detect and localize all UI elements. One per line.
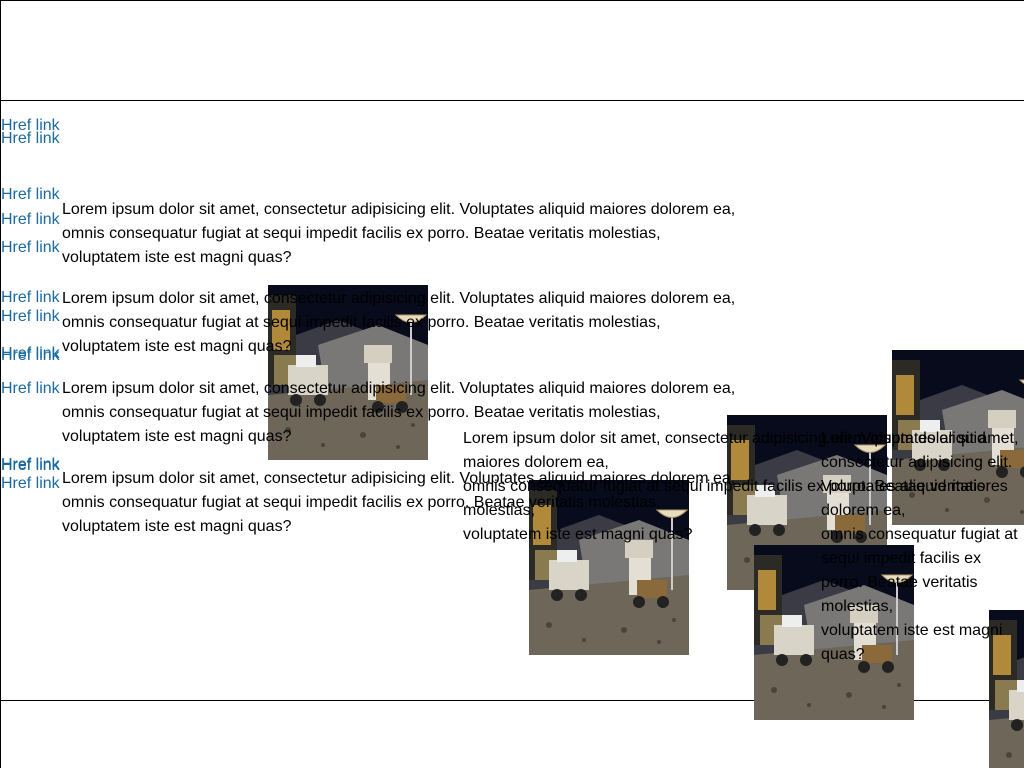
href-link[interactable]: Href link: [1, 309, 60, 325]
lorem-paragraph: Lorem ipsum dolor sit amet, consectetur …: [62, 201, 736, 266]
href-link[interactable]: Href link: [1, 131, 60, 147]
href-link[interactable]: Href link: [1, 187, 60, 203]
href-link[interactable]: Href link: [1, 476, 60, 492]
href-link[interactable]: Href link: [1, 240, 60, 256]
header-frame: [0, 0, 1024, 101]
href-link[interactable]: Href link: [1, 458, 60, 474]
lorem-paragraph: Lorem ipsum dolor sit amet, consectetur …: [62, 290, 736, 355]
href-link[interactable]: Href link: [1, 348, 60, 364]
page: Href link Href link Href link Href link …: [0, 0, 1024, 768]
href-link[interactable]: Href link: [1, 381, 60, 397]
lorem-paragraph: Lorem ipsum dolor sit amet, consectetur …: [821, 430, 1019, 663]
href-link[interactable]: Href link: [1, 290, 60, 306]
href-link[interactable]: Href link: [1, 212, 60, 228]
